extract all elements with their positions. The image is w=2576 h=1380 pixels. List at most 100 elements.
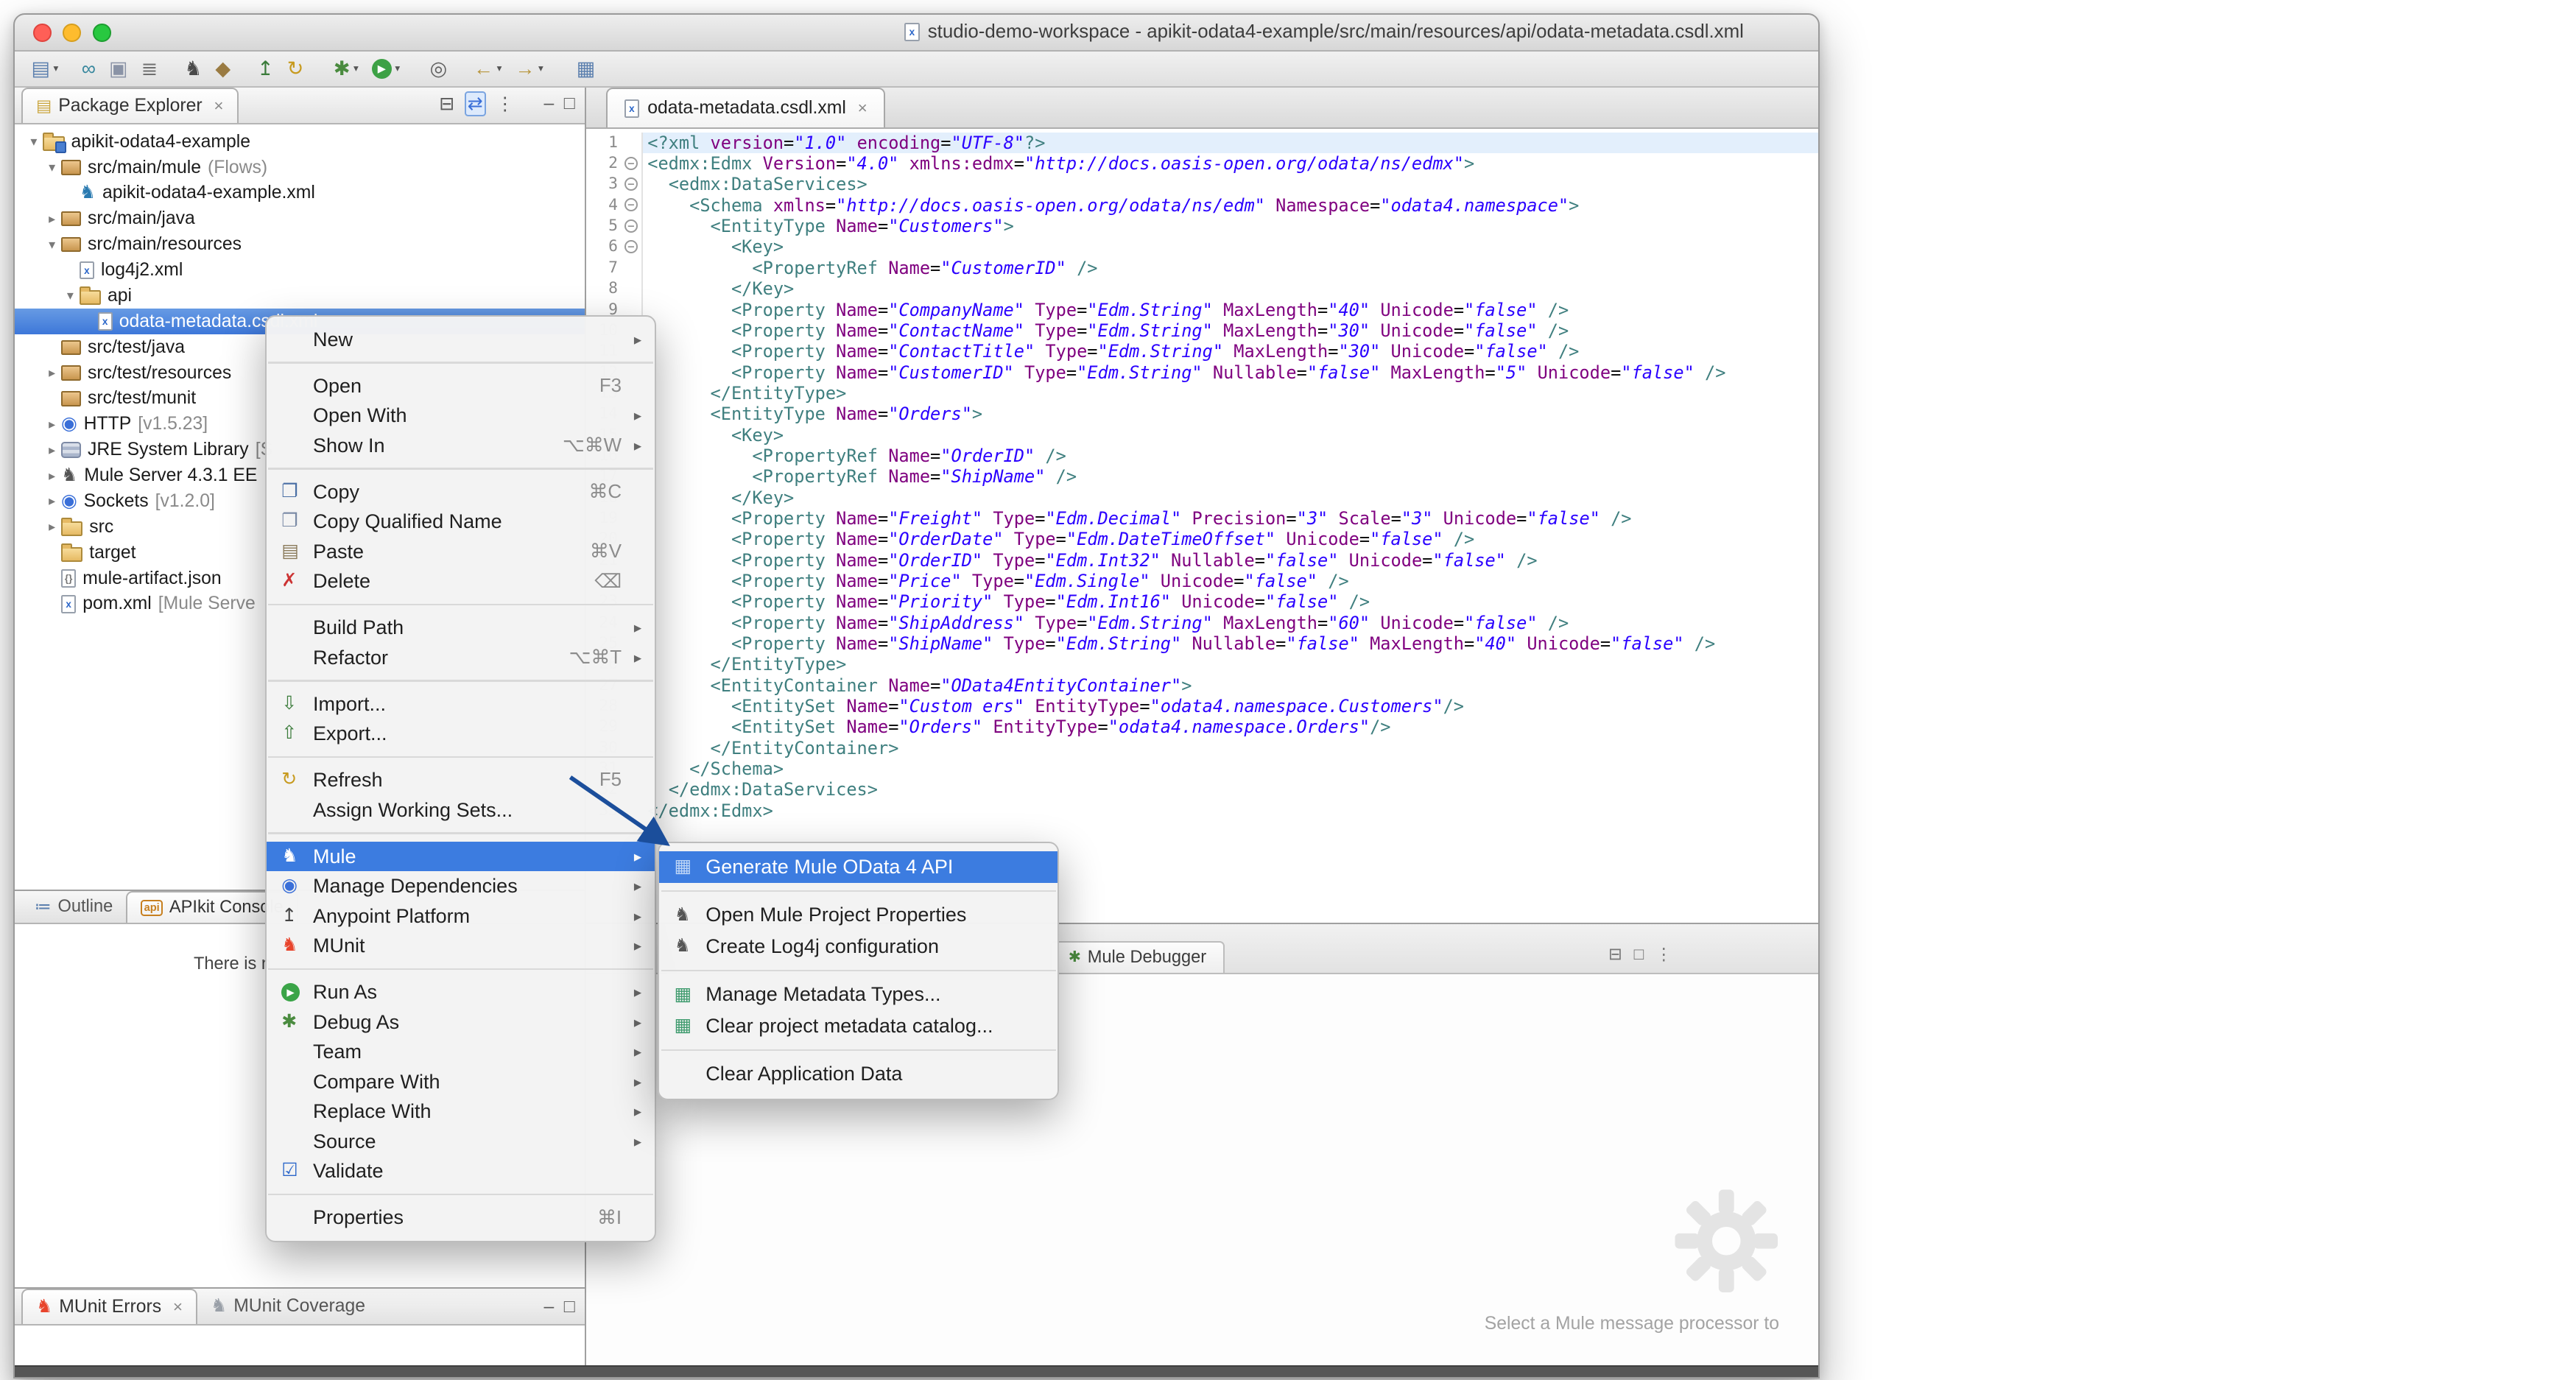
open-perspective-icon[interactable]: ▦ [573,54,599,84]
expander-collapsed-icon[interactable]: ▸ [43,443,61,458]
menu-item-new[interactable]: New ▸ [267,325,655,355]
tab-odata-metadata[interactable]: x odata-metadata.csdl.xml × [606,88,886,128]
maximize-view-icon[interactable]: □ [1634,945,1644,964]
maximize-view-icon[interactable]: □ [564,1297,575,1317]
tab-outline[interactable]: ≔ Outline [21,891,126,923]
close-tab-icon[interactable]: × [173,1298,183,1317]
tree-item-api[interactable]: ▾ api [15,284,585,309]
submenu-item-generate-mule-odata-4-api[interactable]: ▦ Generate Mule OData 4 API [659,851,1058,883]
submenu-item-clear-project-metadata-catalog[interactable]: ▦ Clear project metadata catalog... [659,1010,1058,1042]
menu-item-debug-as[interactable]: ✱ Debug As ▸ [267,1007,655,1038]
menu-item-replace-with[interactable]: Replace With ▸ [267,1096,655,1127]
submenu-item-clear-application-data[interactable]: Clear Application Data [659,1059,1058,1091]
menu-item-assign-working-sets[interactable]: Assign Working Sets... [267,795,655,825]
view-menu-icon[interactable]: ⋮ [496,93,514,115]
save-icon[interactable]: ▣ [106,54,132,84]
menu-item-export[interactable]: ⇧ Export... [267,719,655,749]
debug-icon[interactable]: ✱ ▾ [330,54,362,84]
menu-item-refactor[interactable]: Refactor ⌥⌘T ▸ [267,643,655,673]
expander-expanded-icon[interactable]: ▾ [43,237,61,253]
refresh-icon[interactable]: ↻ [284,54,307,84]
menu-item-mule[interactable]: ♞ Mule ▸ [267,841,655,872]
tree-item-apikit-odata4-example-xml[interactable]: ♞ apikit-odata4-example.xml [15,180,585,206]
fold-collapse-icon[interactable]: − [624,177,638,191]
expander-expanded-icon[interactable]: ▾ [25,134,43,149]
close-tab-icon[interactable]: × [858,99,868,118]
tab-munit-coverage[interactable]: ♞ MUnit Coverage [197,1289,379,1323]
forward-icon[interactable]: → ▾ [512,54,546,84]
submenu-item-create-log4j-configuration[interactable]: ♞ Create Log4j configuration [659,931,1058,962]
tree-item-src-main-java[interactable]: ▸ src/main/java [15,206,585,232]
menu-item-source[interactable]: Source ▸ [267,1127,655,1157]
tree-item-apikit-odata4-example[interactable]: ▾ apikit-odata4-example [15,129,585,155]
expander-collapsed-icon[interactable]: ▸ [43,519,61,535]
code-line-18: 18 </Key> [586,487,1817,508]
menu-item-anypoint-platform[interactable]: ↥ Anypoint Platform ▸ [267,901,655,932]
menu-item-munit[interactable]: ♞ MUnit ▸ [267,931,655,961]
tab-munit-errors[interactable]: ♞ MUnit Errors × [21,1289,197,1324]
menu-item-refresh[interactable]: ↻ Refresh F5 [267,765,655,795]
expander-expanded-icon[interactable]: ▾ [61,288,80,303]
package-icon [61,160,81,175]
tab-package-explorer[interactable]: ▤ Package Explorer × [21,88,239,123]
minimize-view-icon[interactable]: – [544,94,555,114]
link-with-editor-icon[interactable]: ⇄ [464,91,486,116]
tab-mule-debugger[interactable]: ✱ Mule Debugger [1050,940,1225,973]
print-icon[interactable]: ≣ [138,54,161,84]
menu-item-show-in[interactable]: Show In ⌥⌘W ▸ [267,431,655,461]
menu-item-label: Clear project metadata catalog... [705,1015,993,1038]
expander-collapsed-icon[interactable]: ▸ [43,417,61,432]
close-tab-icon[interactable]: × [214,96,223,116]
fold-collapse-icon[interactable]: − [624,198,638,212]
view-menu-icon[interactable]: ⋮ [1655,945,1672,964]
expander-collapsed-icon[interactable]: ▸ [43,211,61,227]
menu-item-copy-qualified-name[interactable]: ❐ Copy Qualified Name [267,507,655,537]
menu-item-team[interactable]: Team ▸ [267,1037,655,1067]
search-icon[interactable]: ◎ [426,54,451,84]
menu-item-delete[interactable]: ✗ Delete ⌫ [267,566,655,596]
connect-icon[interactable]: ∞ [78,54,99,84]
menu-item-open[interactable]: Open F3 [267,371,655,401]
menu-item-compare-with[interactable]: Compare With ▸ [267,1067,655,1097]
zoom-button[interactable] [92,24,111,43]
menu-item-manage-dependencies[interactable]: ◉ Manage Dependencies ▸ [267,871,655,901]
code-line-7: 7 <PropertyRef Name="CustomerID" /> [586,257,1817,279]
menu-item-validate[interactable]: ☑ Validate [267,1156,655,1186]
deploy-icon[interactable]: ↥ [254,54,278,84]
build-icon[interactable]: ◆ [212,54,234,84]
menu-item-run-as[interactable]: ▶ Run As ▸ [267,977,655,1007]
expander-collapsed-icon[interactable]: ▸ [43,468,61,484]
code-text: <EntityType Name="Orders"> [641,404,1818,425]
menu-item-build-path[interactable]: Build Path ▸ [267,613,655,643]
menu-item-import[interactable]: ⇩ Import... [267,689,655,719]
fold-collapse-icon[interactable]: − [624,156,638,170]
tree-item-src-main-mule[interactable]: ▾ src/main/mule (Flows) [15,155,585,180]
menu-item-copy[interactable]: ❐ Copy ⌘C [267,477,655,507]
menu-item-properties[interactable]: Properties ⌘I [267,1203,655,1233]
fold-collapse-icon[interactable]: − [624,219,638,233]
minimize-button[interactable] [63,24,81,43]
code-text: <Schema xmlns="http://docs.oasis-open.or… [641,194,1818,216]
tree-item-src-main-resources[interactable]: ▾ src/main/resources [15,232,585,258]
maximize-view-icon[interactable]: □ [564,94,575,114]
munit-icon: ♞ [281,935,298,956]
collapse-all-icon[interactable]: ⊟ [439,93,454,115]
expander-collapsed-icon[interactable]: ▸ [43,493,61,509]
fold-collapse-icon[interactable]: − [624,239,638,253]
expander-collapsed-icon[interactable]: ▸ [43,365,61,381]
tree-item-log4j2-xml[interactable]: x log4j2.xml [15,258,585,284]
mule-project-icon[interactable]: ♞ [181,54,205,84]
code-line-30: 30 </EntityContainer> [586,737,1817,759]
expander-expanded-icon[interactable]: ▾ [43,160,61,175]
back-icon[interactable]: ← ▾ [471,54,505,84]
submenu-item-manage-metadata-types[interactable]: ▦ Manage Metadata Types... [659,979,1058,1011]
new-wizard-icon[interactable]: ▤ ▾ [28,54,62,84]
restore-view-icon[interactable]: ⊟ [1608,945,1622,964]
run-icon[interactable]: ▶ ▾ [368,54,403,84]
code-area[interactable]: 1 <?xml version="1.0" encoding="UTF-8"?> 2… [586,129,1818,923]
menu-item-paste[interactable]: ▤ Paste ⌘V [267,537,655,567]
submenu-item-open-mule-project-properties[interactable]: ♞ Open Mule Project Properties [659,900,1058,932]
close-button[interactable] [32,24,52,43]
minimize-view-icon[interactable]: – [544,1297,555,1317]
menu-item-open-with[interactable]: Open With ▸ [267,401,655,431]
